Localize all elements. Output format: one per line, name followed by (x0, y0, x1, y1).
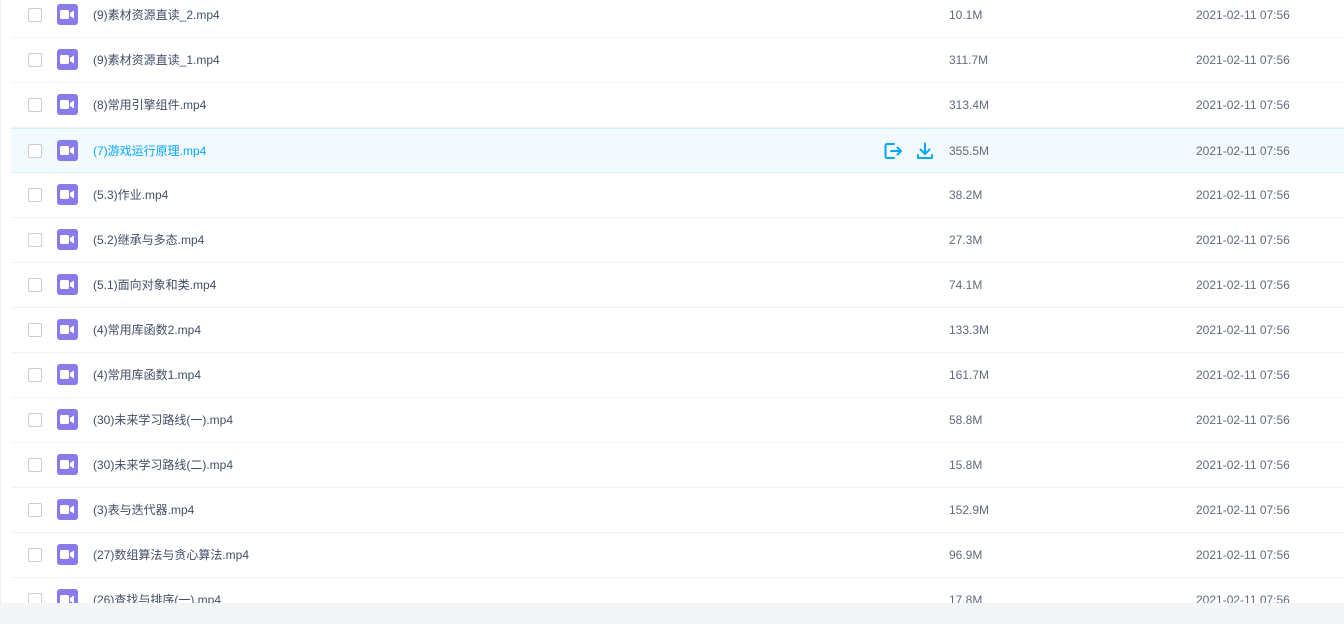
file-name[interactable]: (5.1)面向对象和类.mp4 (93, 277, 216, 293)
file-size: 27.3M (949, 233, 983, 247)
file-modified-date: 2021-02-11 07:56 (1196, 143, 1290, 158)
file-row[interactable]: (9)素材资源直读_2.mp4 10.1M 2021-02-11 07:56 (11, 0, 1344, 38)
file-name[interactable]: (4)常用库函数1.mp4 (93, 367, 201, 383)
file-size: 10.1M (949, 8, 983, 22)
video-file-icon (57, 454, 78, 475)
file-row[interactable]: (4)常用库函数2.mp4 133.3M 2021-02-11 07:56 (11, 308, 1344, 353)
row-checkbox[interactable] (28, 323, 42, 337)
file-modified-date: 2021-02-11 07:56 (1196, 278, 1290, 292)
row-checkbox[interactable] (28, 368, 42, 382)
file-size: 15.8M (949, 458, 983, 472)
row-checkbox[interactable] (28, 593, 42, 603)
file-row[interactable]: (30)未来学习路线(二).mp4 15.8M 2021-02-11 07:56 (11, 443, 1344, 488)
file-name[interactable]: (8)常用引擎组件.mp4 (93, 97, 206, 113)
file-modified-date: 2021-02-11 07:56 (1196, 53, 1290, 67)
file-modified-date: 2021-02-11 07:56 (1196, 548, 1290, 562)
file-modified-date: 2021-02-11 07:56 (1196, 323, 1290, 337)
video-file-icon (57, 589, 78, 603)
file-size: 17.8M (949, 593, 983, 603)
row-checkbox[interactable] (28, 233, 42, 247)
video-file-icon (57, 499, 78, 520)
file-size: 96.9M (949, 548, 983, 562)
row-checkbox[interactable] (28, 503, 42, 517)
file-name[interactable]: (9)素材资源直读_1.mp4 (93, 52, 220, 68)
file-modified-date: 2021-02-11 07:56 (1196, 8, 1290, 22)
row-checkbox[interactable] (28, 188, 42, 202)
file-modified-date: 2021-02-11 07:56 (1196, 458, 1290, 472)
file-size: 133.3M (949, 323, 990, 337)
file-name[interactable]: (30)未来学习路线(一).mp4 (93, 412, 233, 428)
file-size: 311.7M (949, 53, 989, 67)
video-file-icon (57, 229, 78, 250)
file-list: (9)素材资源直读_2.mp4 10.1M 2021-02-11 07:56 (… (0, 0, 1344, 603)
file-size: 38.2M (949, 188, 983, 202)
file-modified-date: 2021-02-11 07:56 (1196, 503, 1290, 517)
video-file-icon (57, 409, 78, 430)
file-modified-date: 2021-02-11 07:56 (1196, 593, 1290, 603)
row-checkbox[interactable] (28, 98, 42, 112)
file-modified-date: 2021-02-11 07:56 (1196, 98, 1290, 112)
row-checkbox[interactable] (28, 548, 42, 562)
file-name[interactable]: (27)数组算法与贪心算法.mp4 (93, 547, 249, 563)
file-name[interactable]: (3)表与迭代器.mp4 (93, 502, 194, 518)
file-row[interactable]: (8)常用引擎组件.mp4 313.4M 2021-02-11 07:56 (11, 83, 1344, 128)
video-file-icon (57, 94, 78, 115)
file-size: 313.4M (949, 98, 990, 112)
video-file-icon (57, 319, 78, 340)
file-name[interactable]: (9)素材资源直读_2.mp4 (93, 7, 220, 23)
file-name[interactable]: (30)未来学习路线(二).mp4 (93, 457, 233, 473)
row-checkbox[interactable] (28, 278, 42, 292)
video-file-icon (57, 4, 78, 25)
file-size: 152.9M (949, 503, 990, 517)
video-file-icon (57, 274, 78, 295)
file-modified-date: 2021-02-11 07:56 (1196, 188, 1290, 202)
file-name[interactable]: (4)常用库函数2.mp4 (93, 322, 201, 338)
video-file-icon (57, 364, 78, 385)
row-checkbox[interactable] (28, 413, 42, 427)
file-name[interactable]: (7)游戏运行原理.mp4 (93, 143, 206, 159)
file-size: 355.5M (949, 143, 990, 158)
video-file-icon (57, 184, 78, 205)
file-row[interactable]: (3)表与迭代器.mp4 152.9M 2021-02-11 07:56 (11, 488, 1344, 533)
file-row[interactable]: (27)数组算法与贪心算法.mp4 96.9M 2021-02-11 07:56 (11, 533, 1344, 578)
file-size: 58.8M (949, 413, 983, 427)
file-size: 161.7M (949, 368, 990, 382)
file-name[interactable]: (5.3)作业.mp4 (93, 187, 168, 203)
file-size: 74.1M (949, 278, 983, 292)
row-checkbox[interactable] (28, 53, 42, 67)
file-row[interactable]: (30)未来学习路线(一).mp4 58.8M 2021-02-11 07:56 (11, 398, 1344, 443)
file-modified-date: 2021-02-11 07:56 (1196, 413, 1290, 427)
share-icon[interactable] (883, 141, 903, 161)
download-icon[interactable] (915, 141, 935, 161)
row-checkbox[interactable] (28, 143, 42, 158)
file-row[interactable]: (5.2)继承与多态.mp4 27.3M 2021-02-11 07:56 (11, 218, 1344, 263)
row-checkbox[interactable] (28, 8, 42, 22)
file-row[interactable]: (7)游戏运行原理.mp4 355.5M 2021-02-11 07:56 (11, 128, 1344, 173)
file-row[interactable]: (9)素材资源直读_1.mp4 311.7M 2021-02-11 07:56 (11, 38, 1344, 83)
video-file-icon (57, 49, 78, 70)
file-row[interactable]: (26)查找与排序(一).mp4 17.8M 2021-02-11 07:56 (11, 578, 1344, 603)
file-name[interactable]: (5.2)继承与多态.mp4 (93, 232, 204, 248)
file-name[interactable]: (26)查找与排序(一).mp4 (93, 592, 221, 603)
file-modified-date: 2021-02-11 07:56 (1196, 233, 1290, 247)
file-row[interactable]: (4)常用库函数1.mp4 161.7M 2021-02-11 07:56 (11, 353, 1344, 398)
file-row[interactable]: (5.1)面向对象和类.mp4 74.1M 2021-02-11 07:56 (11, 263, 1344, 308)
video-file-icon (57, 544, 78, 565)
row-checkbox[interactable] (28, 458, 42, 472)
file-modified-date: 2021-02-11 07:56 (1196, 368, 1290, 382)
file-row[interactable]: (5.3)作业.mp4 38.2M 2021-02-11 07:56 (11, 173, 1344, 218)
video-file-icon (57, 139, 78, 161)
